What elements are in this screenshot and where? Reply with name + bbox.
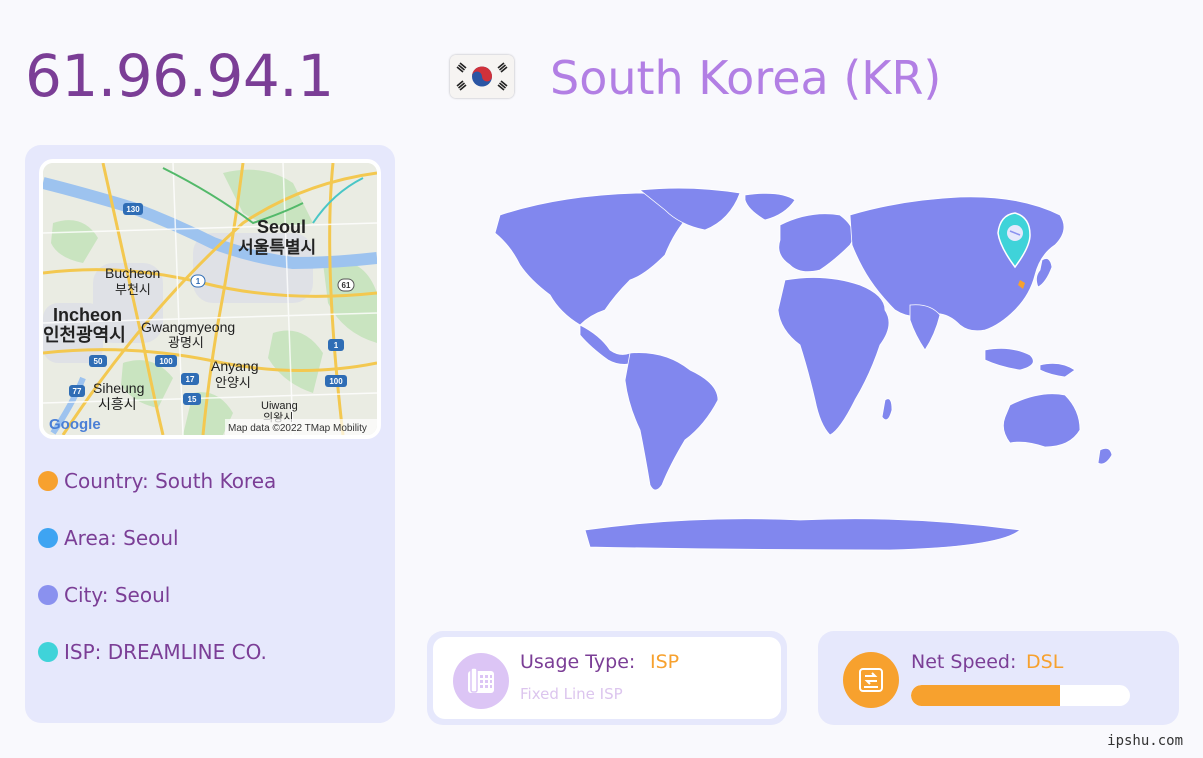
world-map	[440, 185, 1155, 565]
usage-type-label: Usage Type:	[520, 651, 636, 673]
map-label-gwangmyeong: Gwangmyeong	[141, 319, 235, 335]
svg-text:130: 130	[126, 205, 140, 214]
map-label-incheon: Incheon	[53, 305, 122, 325]
svg-text:50: 50	[94, 357, 103, 366]
svg-text:1: 1	[196, 277, 201, 286]
net-speed-card: Net Speed: DSL	[818, 631, 1179, 725]
route-shield: 77	[69, 385, 85, 397]
svg-text:17: 17	[186, 375, 195, 384]
route-shield: 1	[190, 274, 206, 288]
footer-site[interactable]: ipshu.com	[1107, 733, 1183, 749]
ip-address: 61.96.94.1	[25, 42, 334, 110]
country-title: South Korea (KR)	[550, 51, 942, 105]
net-speed-bar	[911, 685, 1130, 706]
usage-type-card: Usage Type: ISP Fixed Line ISP	[427, 631, 787, 725]
route-shield: 100	[155, 355, 177, 367]
mini-map[interactable]: Seoul 서울특별시 Bucheon 부천시 Incheon 인천광역시 Gw…	[39, 159, 381, 439]
phone-icon	[453, 653, 509, 709]
info-country-text: Country: South Korea	[64, 469, 277, 493]
map-label-bucheon-kr: 부천시	[115, 282, 151, 297]
net-speed-bar-fill	[911, 685, 1060, 706]
info-country: Country: South Korea	[38, 467, 276, 495]
svg-text:61: 61	[342, 281, 351, 290]
orange-dot-icon	[38, 471, 58, 491]
map-label-anyang-kr: 안양시	[215, 375, 251, 390]
info-isp: ISP: DREAMLINE CO.	[38, 638, 276, 666]
hard-drive-icon	[843, 652, 899, 708]
route-shield: 15	[183, 393, 201, 405]
info-city-text: City: Seoul	[64, 583, 171, 607]
map-label-siheung: Siheung	[93, 380, 144, 396]
net-speed-label: Net Speed:	[911, 651, 1017, 673]
svg-text:100: 100	[159, 357, 173, 366]
usage-type-card-inner: Usage Type: ISP Fixed Line ISP	[433, 637, 781, 719]
map-label-seoul: Seoul	[257, 217, 306, 237]
route-shield: 61	[337, 278, 355, 292]
map-label-gwangmyeong-kr: 광명시	[168, 335, 204, 350]
map-label-anyang: Anyang	[211, 358, 258, 374]
map-attribution: Map data ©2022 TMap Mobility	[228, 423, 367, 434]
route-shield: 100	[325, 375, 347, 387]
info-area: Area: Seoul	[38, 524, 276, 552]
map-label-bucheon: Bucheon	[105, 265, 160, 281]
svg-text:1: 1	[334, 341, 339, 350]
svg-text:15: 15	[188, 395, 197, 404]
teal-dot-icon	[38, 642, 58, 662]
info-area-text: Area: Seoul	[64, 526, 179, 550]
route-shield: 17	[181, 373, 199, 385]
south-korea-flag-icon	[450, 55, 514, 98]
map-label-uiwang: Uiwang	[261, 400, 298, 412]
svg-text:100: 100	[329, 377, 343, 386]
usage-type-value: ISP	[650, 651, 680, 673]
map-label-incheon-kr: 인천광역시	[43, 325, 126, 345]
net-speed-value: DSL	[1026, 651, 1064, 673]
location-info-list: Country: South Korea Area: Seoul City: S…	[38, 467, 276, 695]
route-shield: 130	[123, 203, 143, 215]
info-city: City: Seoul	[38, 581, 276, 609]
blue-dot-icon	[38, 528, 58, 548]
route-shield: 1	[328, 339, 344, 351]
location-panel: Seoul 서울특별시 Bucheon 부천시 Incheon 인천광역시 Gw…	[25, 145, 395, 723]
svg-text:77: 77	[73, 387, 82, 396]
route-shield: 50	[89, 355, 107, 367]
google-logo: Google	[49, 416, 101, 433]
map-label-seoul-kr: 서울특별시	[238, 238, 316, 257]
info-isp-text: ISP: DREAMLINE CO.	[64, 640, 267, 664]
usage-type-sub: Fixed Line ISP	[520, 685, 623, 703]
map-label-siheung-kr: 시흥시	[98, 396, 137, 412]
periwinkle-dot-icon	[38, 585, 58, 605]
